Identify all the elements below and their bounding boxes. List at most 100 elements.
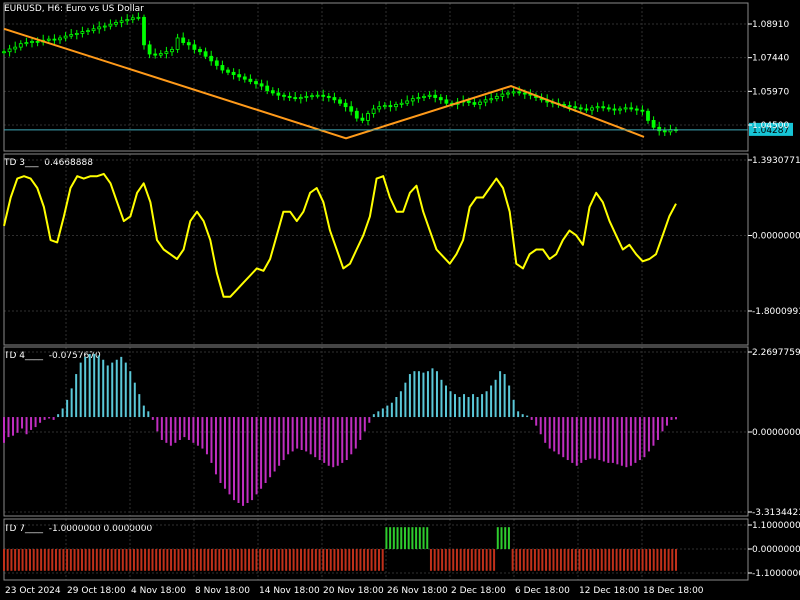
- candle-body: [422, 95, 426, 98]
- candle-body: [114, 21, 118, 25]
- candle-body: [158, 53, 163, 56]
- candle-body: [578, 107, 583, 110]
- candle-body: [410, 98, 415, 102]
- candle-body: [265, 85, 270, 92]
- candle-body: [192, 44, 197, 50]
- candle-body: [634, 108, 639, 111]
- candle-body: [46, 38, 51, 41]
- y-tick-label: 2.2697759: [752, 348, 800, 358]
- candle-body: [511, 91, 516, 94]
- candle-body: [102, 25, 107, 28]
- candle-body: [30, 41, 34, 43]
- candle-body: [58, 37, 62, 41]
- y-tick-label: 1.3930771: [752, 156, 800, 166]
- candle-body: [366, 113, 370, 121]
- x-tick-label: 18 Dec 18:00: [643, 586, 704, 596]
- candle-body: [276, 92, 281, 96]
- candle-body: [606, 107, 611, 110]
- candle-body: [405, 100, 410, 104]
- candle-body: [494, 95, 499, 100]
- candle-body: [108, 23, 113, 27]
- candle-body: [147, 44, 152, 55]
- candle-body: [623, 107, 628, 110]
- candle-body: [517, 91, 522, 94]
- x-tick-label: 2 Dec 18:00: [451, 586, 506, 596]
- candle-body: [13, 46, 18, 50]
- y-tick-label: 1.1000000: [752, 521, 800, 531]
- candle-body: [142, 16, 146, 46]
- candle-body: [601, 106, 606, 109]
- candle-body: [125, 19, 130, 22]
- candle-body: [170, 49, 174, 53]
- candle-body: [321, 94, 326, 97]
- candle-body: [18, 43, 23, 48]
- candle-body: [270, 90, 275, 94]
- y-tick-label: 1.04500: [752, 121, 789, 131]
- y-tick-label: -1.1000000: [752, 569, 800, 579]
- x-tick-label: 29 Oct 18:00: [67, 586, 126, 596]
- candle-body: [2, 51, 6, 54]
- candle-body: [164, 51, 169, 54]
- candle-body: [371, 108, 376, 114]
- x-tick-label: 8 Nov 18:00: [195, 586, 250, 596]
- candle-body: [640, 109, 645, 112]
- x-tick-label: 20 Nov 18:00: [323, 586, 384, 596]
- candle-body: [254, 81, 258, 85]
- y-tick-label: 1.07440: [752, 54, 789, 64]
- candle-body: [478, 101, 482, 105]
- candle-body: [444, 99, 449, 104]
- candle-body: [399, 102, 404, 105]
- candle-body: [646, 110, 650, 121]
- x-tick-label: 23 Oct 2024: [5, 586, 61, 596]
- candle-body: [427, 94, 432, 97]
- candle-body: [80, 31, 85, 34]
- x-tick-label: 12 Dec 18:00: [579, 586, 640, 596]
- candle-body: [354, 110, 359, 119]
- y-tick-label: -3.3134423: [752, 508, 800, 518]
- candle-body: [612, 108, 617, 111]
- candle-body: [7, 48, 12, 53]
- y-tick-label: 0.0000000: [752, 232, 800, 242]
- candle-body: [91, 28, 96, 32]
- trading-chart[interactable]: 1.04287 23 Oct 2024 29 Oct 18:00 4 Nov 18:…: [0, 0, 800, 600]
- candle-body: [382, 105, 387, 108]
- candle-body: [489, 98, 494, 101]
- candle-body: [203, 51, 208, 57]
- candle-body: [293, 97, 298, 100]
- candle-body: [332, 97, 337, 101]
- x-tick-label: 26 Nov 18:00: [387, 586, 448, 596]
- x-tick-label: 4 Nov 18:00: [131, 586, 186, 596]
- candle-body: [438, 97, 443, 101]
- candle-body: [153, 53, 158, 56]
- candle-body: [119, 20, 124, 23]
- candle-body: [506, 92, 510, 95]
- y-tick-label: 0.0000000: [752, 428, 800, 438]
- candle-body: [231, 71, 236, 76]
- candle-body: [310, 95, 314, 98]
- candle-body: [242, 76, 247, 80]
- candle-body: [326, 95, 331, 98]
- candle-body: [237, 74, 242, 78]
- candle-body: [394, 103, 398, 108]
- candle-body: [500, 93, 505, 97]
- candle-body: [298, 97, 303, 100]
- candle-body: [466, 100, 471, 103]
- candle-body: [651, 120, 656, 128]
- candle-body: [220, 65, 225, 71]
- candle-body: [315, 94, 320, 97]
- candle-body: [433, 94, 438, 98]
- candle-body: [259, 83, 264, 87]
- candle-body: [63, 35, 68, 39]
- candle-body: [226, 69, 230, 73]
- candle-body: [136, 16, 141, 19]
- candle-body: [282, 94, 286, 97]
- candle-body: [349, 106, 354, 112]
- x-tick-label: 6 Dec 18:00: [515, 586, 570, 596]
- candle-body: [287, 95, 292, 98]
- candle-body: [97, 26, 102, 30]
- y-tick-label: -1.8000993: [752, 307, 800, 317]
- candle-body: [388, 105, 393, 108]
- candle-body: [595, 106, 600, 109]
- candle-body: [304, 95, 309, 98]
- candle-body: [360, 117, 365, 121]
